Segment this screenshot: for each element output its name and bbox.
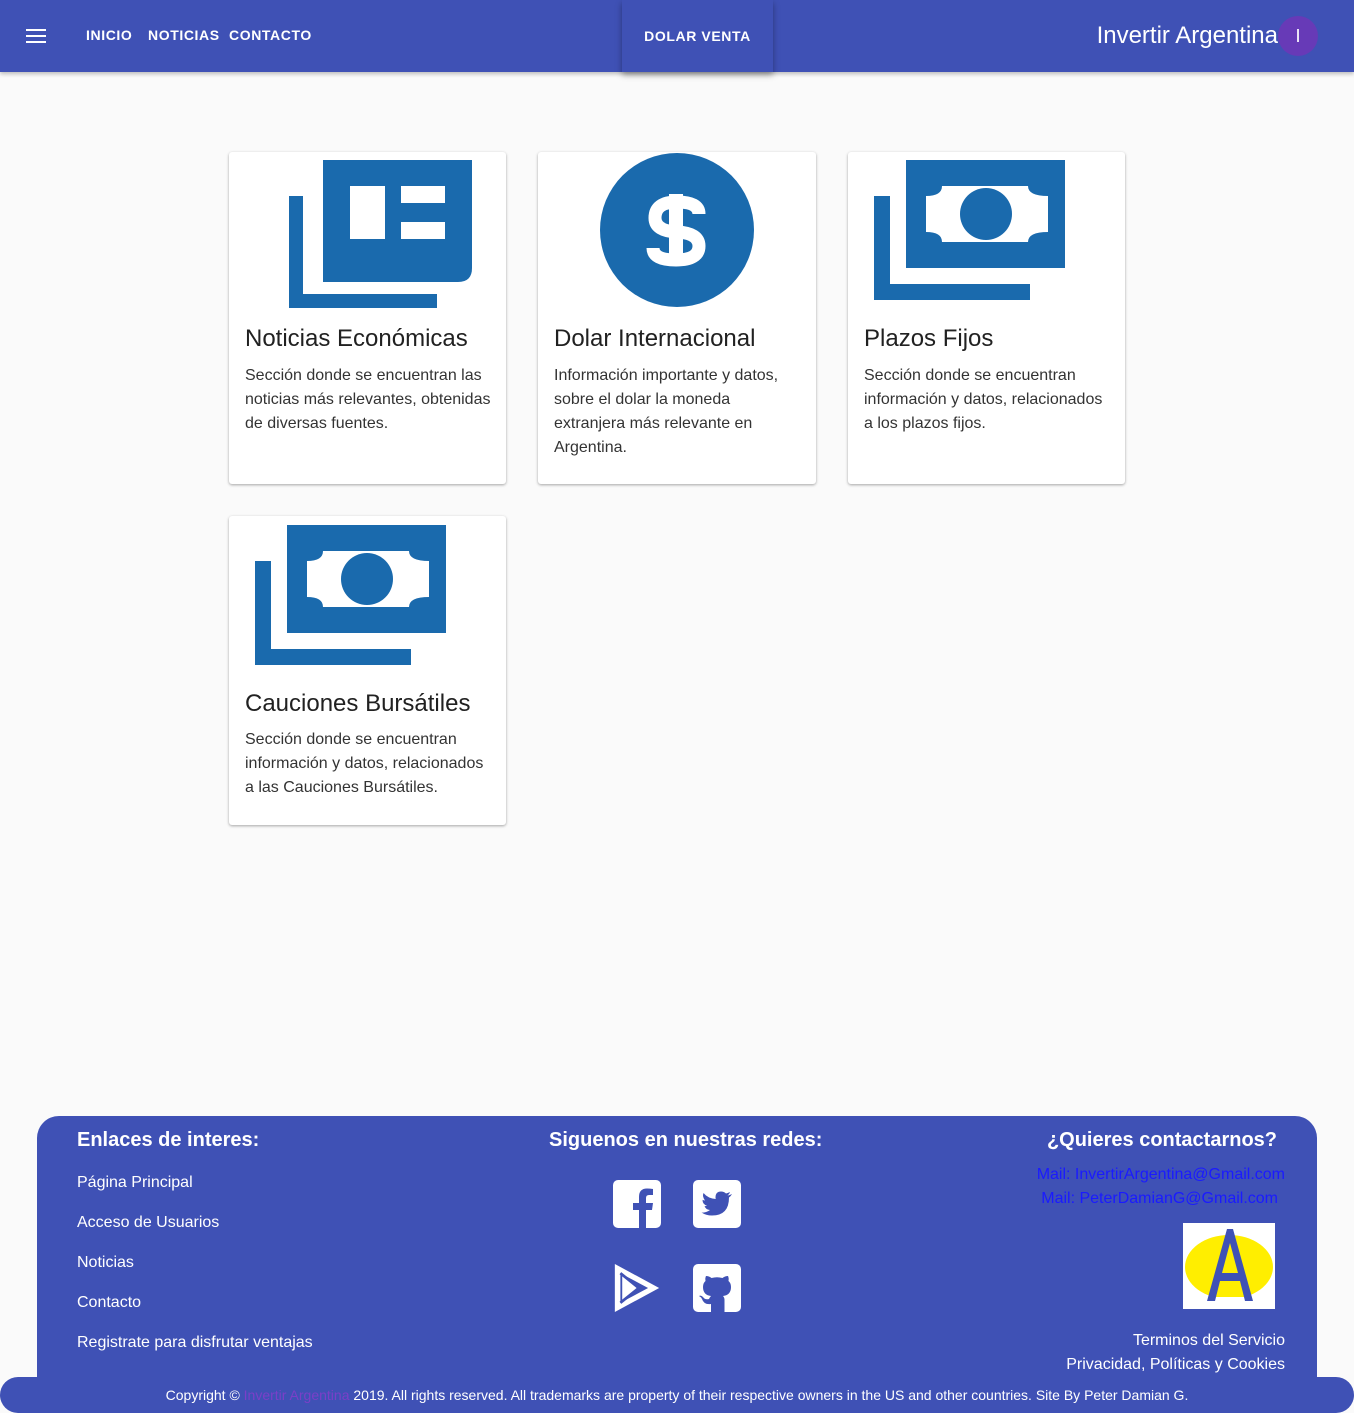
nav-noticias[interactable]: NOTICIAS: [148, 27, 220, 43]
card-cauciones[interactable]: Cauciones Bursátiles Sección donde se en…: [229, 516, 506, 825]
card-description: Información importante y datos, sobre el…: [554, 367, 779, 456]
dolar-venta-button[interactable]: DOLAR VENTA: [622, 0, 773, 72]
hamburger-menu-icon[interactable]: [22, 22, 50, 50]
card-description: Sección donde se encuentran las noticias…: [245, 367, 491, 432]
footer-contact-title: ¿Quieres contactarnos?: [1046, 1129, 1277, 1151]
user-avatar[interactable]: I: [1278, 16, 1318, 56]
footer-link-noticias[interactable]: Noticias: [77, 1254, 134, 1272]
money-bills-icon: [255, 525, 446, 665]
footer-social-title: Siguenos en nuestras redes:: [549, 1129, 823, 1151]
facebook-icon[interactable]: [613, 1180, 661, 1228]
card-title: Noticias Económicas: [245, 325, 468, 352]
mail-peter-damian[interactable]: Mail: PeterDamianG@Gmail.com: [1041, 1190, 1278, 1208]
footer-link-acceso-usuarios[interactable]: Acceso de Usuarios: [77, 1214, 219, 1232]
footer-link-registrate[interactable]: Registrate para disfrutar ventajas: [77, 1334, 313, 1352]
copyright-bar: Copyright © Invertir Argentina 2019. All…: [0, 1377, 1354, 1413]
card-title: Plazos Fijos: [864, 325, 994, 352]
newspaper-icon: [289, 160, 472, 308]
card-title: Dolar Internacional: [554, 325, 756, 352]
copyright-prefix: Copyright ©: [165, 1387, 244, 1403]
card-noticias[interactable]: Noticias Económicas Sección donde se enc…: [229, 152, 506, 484]
invertir-argentina-logo: [1183, 1223, 1275, 1309]
footer-links-title: Enlaces de interes:: [77, 1129, 260, 1151]
mail-invertir-argentina[interactable]: Mail: InvertirArgentina@Gmail.com: [1037, 1166, 1285, 1184]
google-play-icon[interactable]: [613, 1264, 661, 1312]
nav-inicio[interactable]: INICIO: [86, 27, 132, 43]
footer-link-pagina-principal[interactable]: Página Principal: [77, 1174, 193, 1192]
privacy-policy-link[interactable]: Privacidad, Políticas y Cookies: [1066, 1356, 1285, 1374]
footer-link-contacto[interactable]: Contacto: [77, 1294, 141, 1312]
card-plazos-fijos[interactable]: Plazos Fijos Sección donde se encuentran…: [848, 152, 1125, 484]
top-app-bar: INICIO NOTICIAS CONTACTO DOLAR VENTA Inv…: [0, 0, 1354, 72]
card-dolar[interactable]: Dolar Internacional Información importan…: [538, 152, 816, 484]
card-description: Sección donde se encuentran información …: [864, 367, 1103, 432]
money-bills-icon: [874, 160, 1065, 300]
terms-of-service-link[interactable]: Terminos del Servicio: [1133, 1332, 1285, 1350]
copyright-brand-link[interactable]: Invertir Argentina: [244, 1387, 350, 1403]
card-description: Sección donde se encuentran información …: [245, 731, 484, 796]
card-title: Cauciones Bursátiles: [245, 690, 471, 717]
nav-contacto[interactable]: CONTACTO: [229, 27, 312, 43]
twitter-icon[interactable]: [693, 1180, 741, 1228]
dollar-coin-icon: [600, 153, 754, 307]
github-icon[interactable]: [693, 1264, 741, 1312]
copyright-suffix: 2019. All rights reserved. All trademark…: [349, 1387, 1189, 1403]
brand-title[interactable]: Invertir Argentina: [1097, 22, 1278, 50]
footer: Enlaces de interes: Página Principal Acc…: [37, 1116, 1317, 1413]
